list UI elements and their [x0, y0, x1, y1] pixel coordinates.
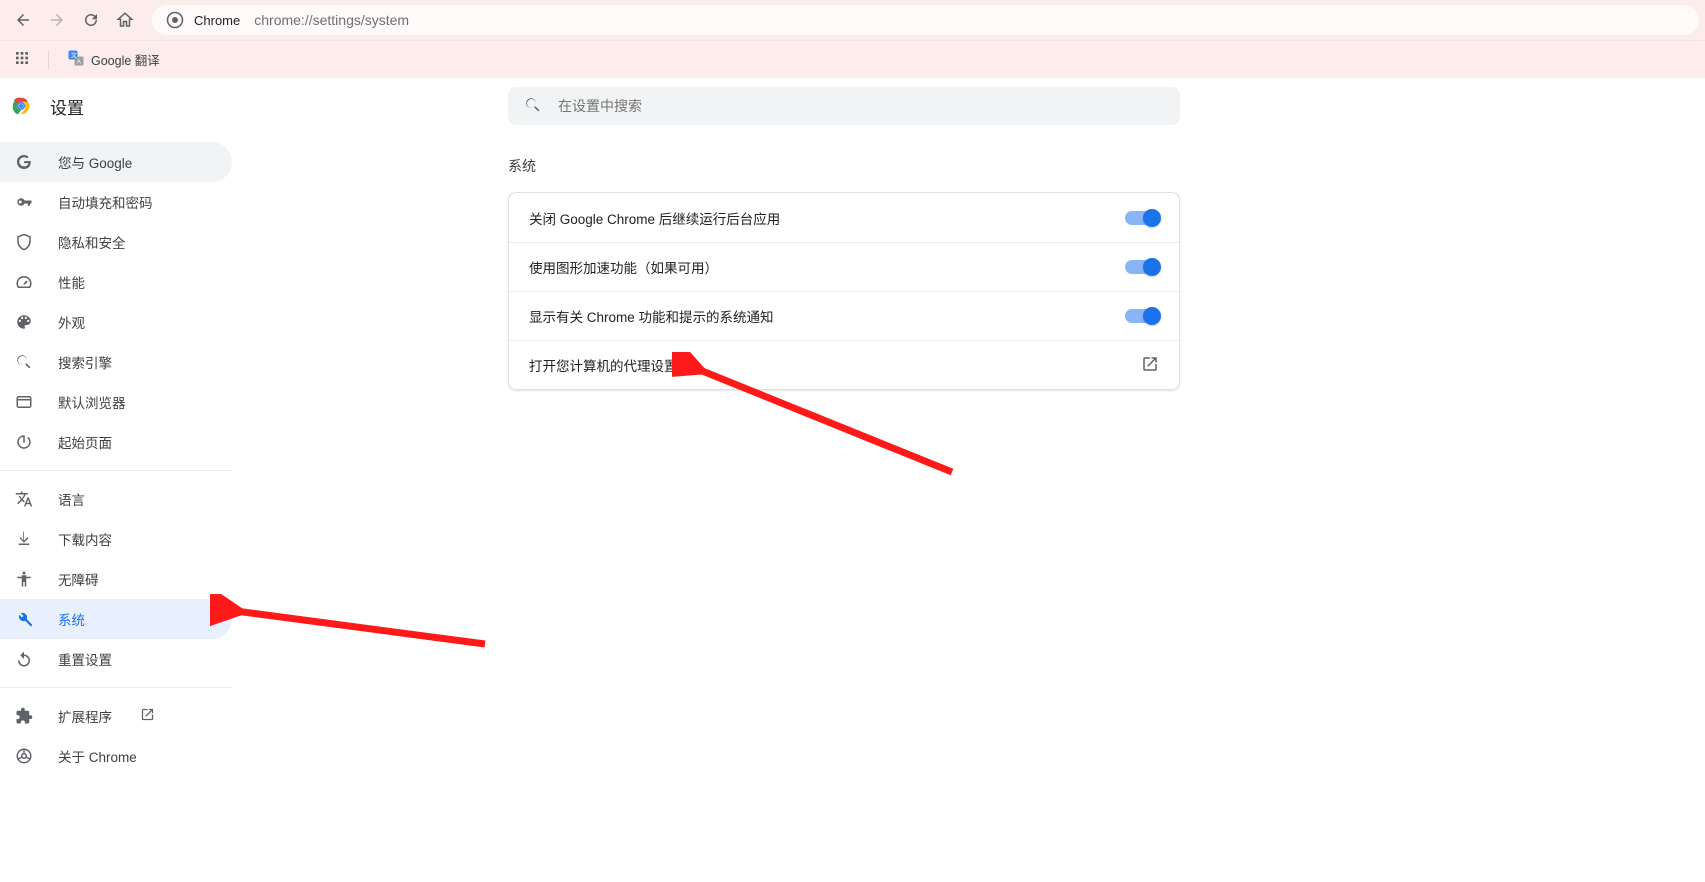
sidebar-item-label: 性能 — [58, 272, 85, 292]
search-icon — [524, 96, 542, 117]
open-in-new-icon — [140, 707, 155, 725]
section-title: 系统 — [508, 156, 1180, 176]
sidebar-item-performance[interactable]: 性能 — [0, 262, 232, 302]
search-input[interactable] — [556, 97, 1164, 115]
sidebar-item-accessibility[interactable]: 无障碍 — [0, 559, 232, 599]
chrome-outline-icon — [14, 746, 34, 766]
sidebar-divider — [0, 687, 232, 688]
settings-header: 设置 — [0, 78, 1705, 134]
bookmark-google-translate[interactable]: 文 A Google 翻译 — [61, 46, 166, 74]
sidebar-divider — [0, 470, 232, 471]
sidebar-item-label: 无障碍 — [58, 569, 99, 589]
sidebar-item-you-and-google[interactable]: 您与 Google — [0, 142, 232, 182]
translate-icon: 文 A — [67, 49, 85, 70]
sidebar-item-label: 起始页面 — [58, 432, 112, 452]
setting-row-proxy-settings[interactable]: 打开您计算机的代理设置 — [509, 340, 1179, 389]
sidebar-item-autofill[interactable]: 自动填充和密码 — [0, 182, 232, 222]
wrench-icon — [14, 609, 34, 629]
power-icon — [14, 432, 34, 452]
sidebar-item-label: 重置设置 — [58, 649, 112, 669]
sidebar-item-label: 搜索引擎 — [58, 352, 112, 372]
sidebar-item-label: 扩展程序 — [58, 706, 112, 726]
sidebar-item-on-startup[interactable]: 起始页面 — [0, 422, 232, 462]
svg-text:A: A — [77, 59, 81, 65]
browser-toolbar: Chrome chrome://settings/system — [0, 0, 1705, 41]
sidebar-item-privacy[interactable]: 隐私和安全 — [0, 222, 232, 262]
settings-sidebar: 您与 Google 自动填充和密码 隐私和安全 性能 外观 — [0, 134, 232, 882]
shield-icon — [14, 232, 34, 252]
sidebar-item-label: 自动填充和密码 — [58, 192, 153, 212]
download-icon — [14, 529, 34, 549]
toggle-hardware-accel[interactable] — [1125, 260, 1159, 274]
toggle-background-apps[interactable] — [1125, 211, 1159, 225]
setting-row-hardware-accel[interactable]: 使用图形加速功能（如果可用） — [509, 242, 1179, 291]
sidebar-item-label: 隐私和安全 — [58, 232, 126, 252]
sidebar-item-default-browser[interactable]: 默认浏览器 — [0, 382, 232, 422]
apps-icon — [14, 50, 30, 69]
url-text: chrome://settings/system — [254, 12, 409, 28]
setting-label: 关闭 Google Chrome 后继续运行后台应用 — [529, 208, 780, 228]
open-in-new-icon — [1141, 355, 1159, 376]
setting-label: 使用图形加速功能（如果可用） — [529, 257, 718, 277]
annotation-arrow-system-nav — [210, 594, 495, 654]
back-button[interactable] — [6, 3, 40, 37]
accessibility-icon — [14, 569, 34, 589]
site-identity-icon — [166, 11, 184, 29]
sidebar-item-extensions[interactable]: 扩展程序 — [0, 696, 232, 736]
forward-button[interactable] — [40, 3, 74, 37]
bookmarks-separator — [48, 51, 49, 69]
language-icon — [14, 489, 34, 509]
chrome-logo-icon — [10, 95, 32, 117]
bookmarks-bar: 文 A Google 翻译 — [0, 41, 1705, 78]
apps-shortcut[interactable] — [8, 46, 36, 74]
setting-label: 打开您计算机的代理设置 — [529, 355, 678, 375]
sidebar-item-label: 系统 — [58, 609, 85, 629]
page-title: 设置 — [50, 94, 84, 119]
sidebar-item-label: 语言 — [58, 489, 85, 509]
toggle-system-notifications[interactable] — [1125, 309, 1159, 323]
settings-app: 设置 您与 Google 自动填充和密码 隐私和安全 — [0, 78, 1705, 882]
sidebar-item-language[interactable]: 语言 — [0, 479, 232, 519]
sidebar-item-about-chrome[interactable]: 关于 Chrome — [0, 736, 232, 776]
address-bar[interactable]: Chrome chrome://settings/system — [152, 5, 1699, 35]
sidebar-item-label: 关于 Chrome — [58, 746, 137, 766]
sidebar-item-label: 您与 Google — [58, 152, 132, 172]
sidebar-item-label: 默认浏览器 — [58, 392, 126, 412]
site-label: Chrome — [194, 13, 240, 28]
google-g-icon — [14, 152, 34, 172]
sidebar-item-label: 下载内容 — [58, 529, 112, 549]
setting-row-background-apps[interactable]: 关闭 Google Chrome 后继续运行后台应用 — [509, 193, 1179, 242]
sidebar-item-search-engine[interactable]: 搜索引擎 — [0, 342, 232, 382]
setting-row-system-notifications[interactable]: 显示有关 Chrome 功能和提示的系统通知 — [509, 291, 1179, 340]
reset-icon — [14, 649, 34, 669]
sidebar-item-appearance[interactable]: 外观 — [0, 302, 232, 342]
search-icon — [14, 352, 34, 372]
reload-button[interactable] — [74, 3, 108, 37]
setting-label: 显示有关 Chrome 功能和提示的系统通知 — [529, 306, 774, 326]
key-icon — [14, 192, 34, 212]
speedometer-icon — [14, 272, 34, 292]
bookmark-label: Google 翻译 — [91, 50, 160, 69]
palette-icon — [14, 312, 34, 332]
extension-icon — [14, 706, 34, 726]
main-content: 系统 关闭 Google Chrome 后继续运行后台应用 使用图形加速功能（如… — [508, 156, 1180, 390]
settings-search[interactable] — [508, 87, 1180, 125]
sidebar-item-downloads[interactable]: 下载内容 — [0, 519, 232, 559]
home-button[interactable] — [108, 3, 142, 37]
sidebar-item-system[interactable]: 系统 — [0, 599, 232, 639]
sidebar-item-reset[interactable]: 重置设置 — [0, 639, 232, 679]
sidebar-item-label: 外观 — [58, 312, 85, 332]
system-settings-card: 关闭 Google Chrome 后继续运行后台应用 使用图形加速功能（如果可用… — [508, 192, 1180, 390]
browser-icon — [14, 392, 34, 412]
